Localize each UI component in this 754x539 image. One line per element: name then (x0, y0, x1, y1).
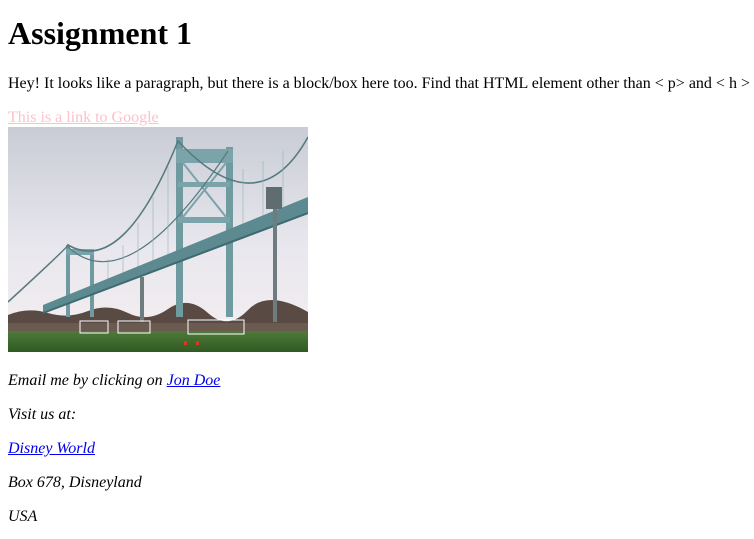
email-line: Email me by clicking on Jon Doe (8, 371, 220, 390)
bridge-image (8, 127, 308, 352)
country-line: USA (8, 508, 38, 525)
venue-line: Disney World (8, 439, 95, 458)
visit-label: Visit us at: (8, 406, 77, 423)
email-link[interactable]: Jon Doe (167, 372, 221, 389)
address-line: Box 678, Disneyland (8, 474, 142, 491)
page-title: Assignment 1 (8, 15, 193, 51)
email-prefix: Email me by clicking on (8, 372, 167, 389)
google-link[interactable]: This is a link to Google (8, 108, 159, 127)
disney-world-link[interactable]: Disney World (8, 440, 95, 457)
intro-paragraph: Hey! It looks like a paragraph, but ther… (8, 75, 750, 92)
